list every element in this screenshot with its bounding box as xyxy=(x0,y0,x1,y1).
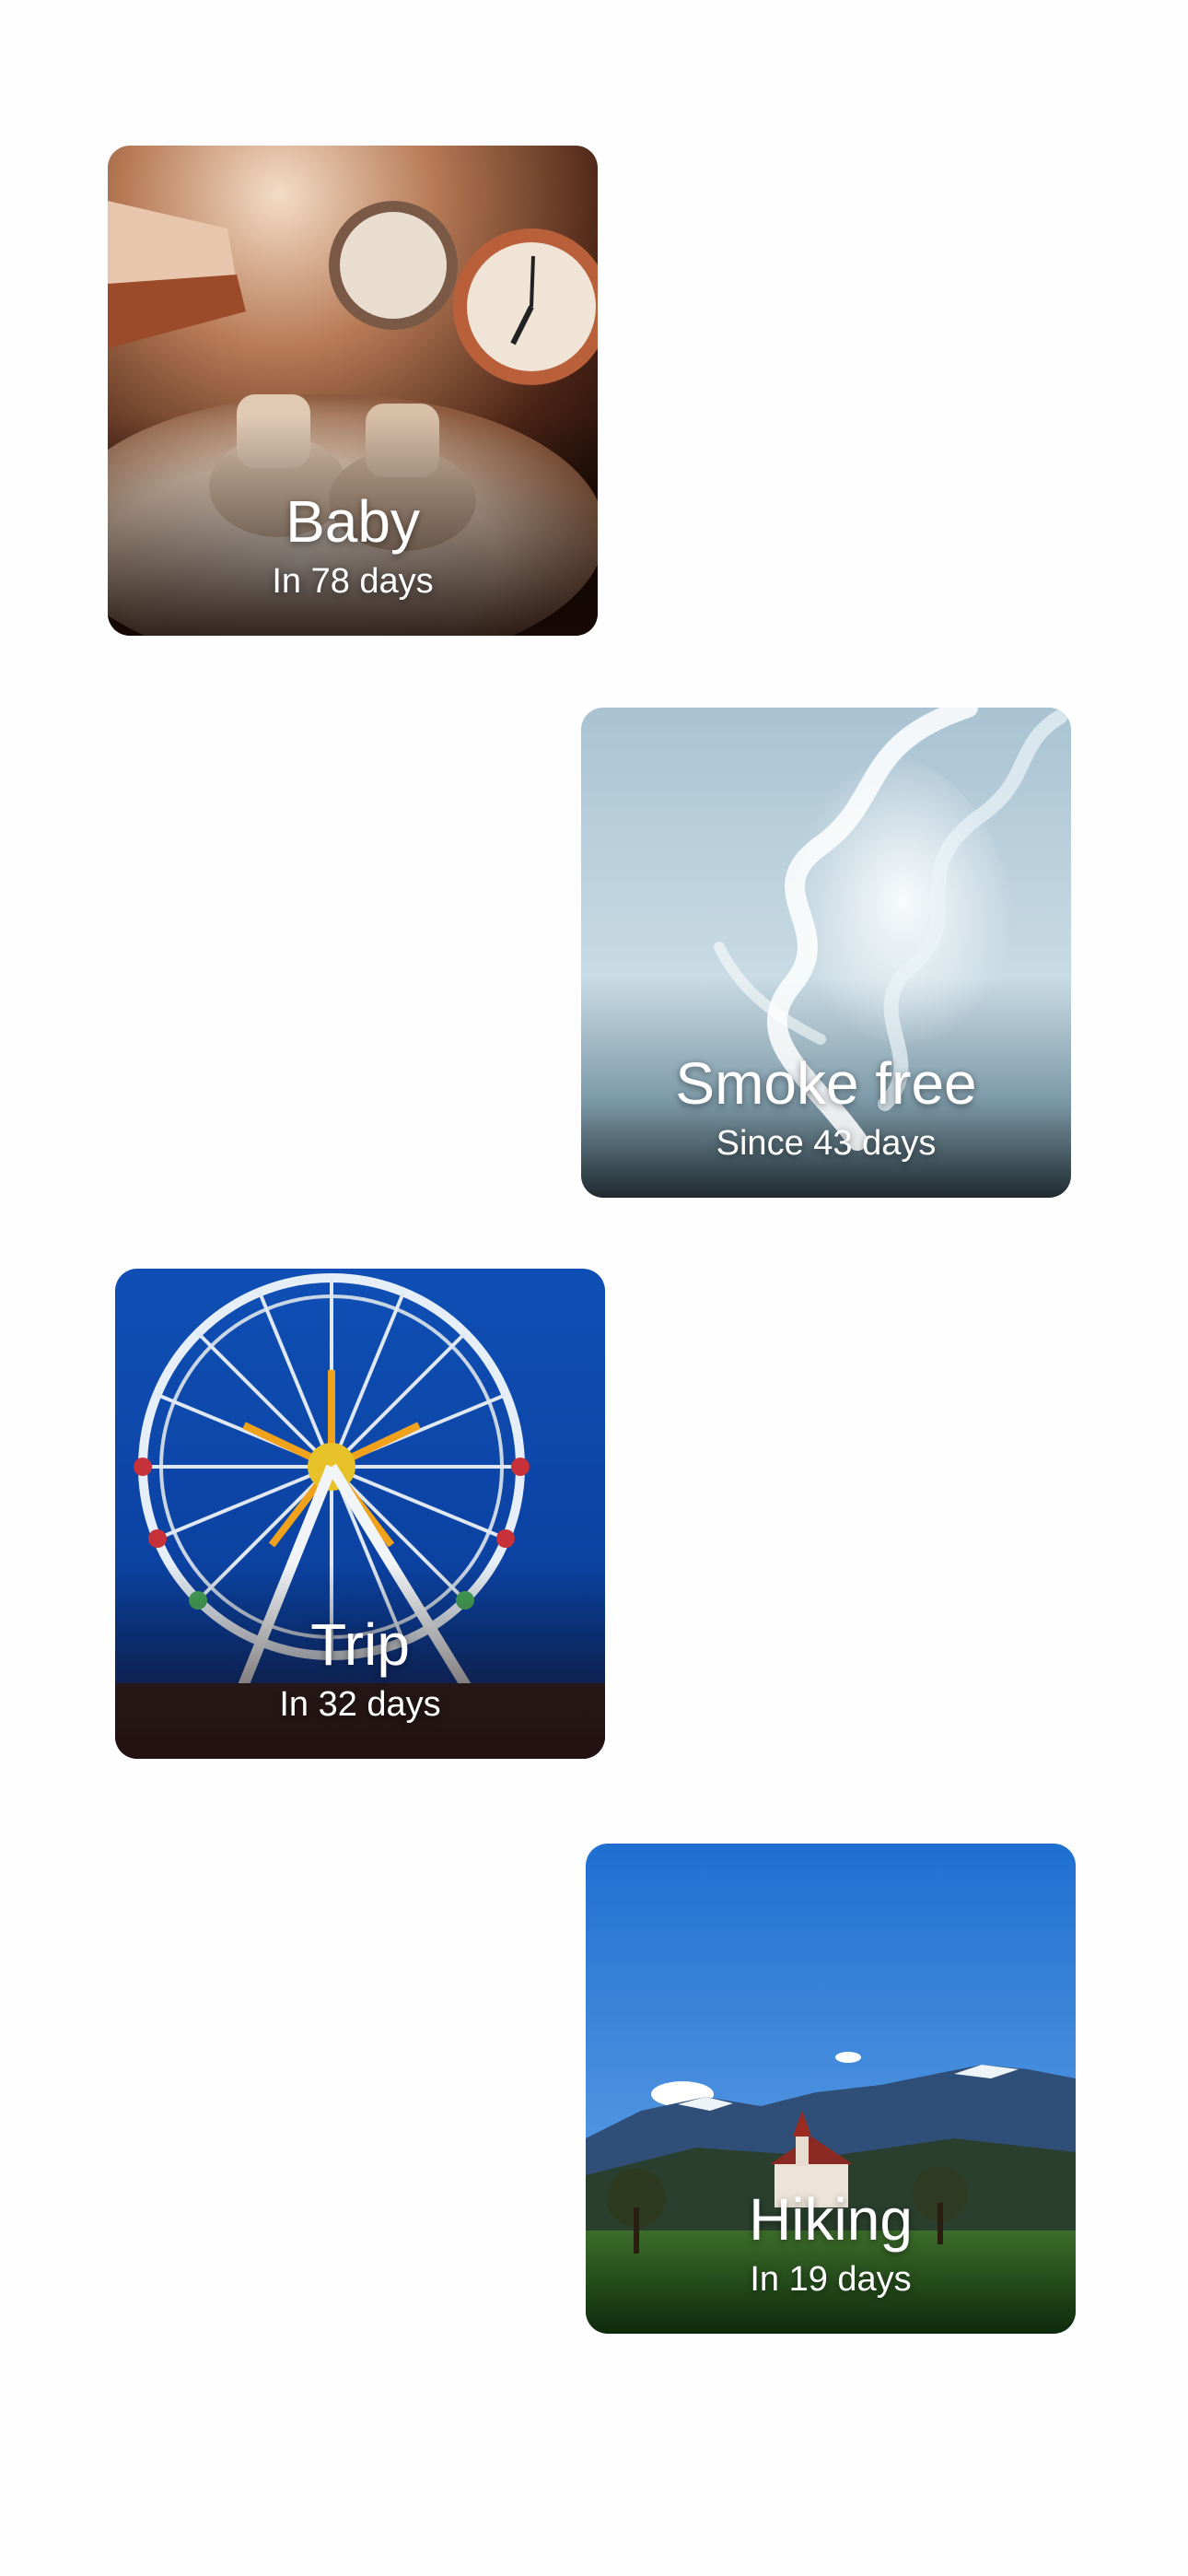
card-countdown: In 78 days xyxy=(272,562,434,601)
card-label: Hiking In 19 days xyxy=(586,2186,1076,2301)
card-title: Baby xyxy=(285,488,420,555)
countdown-card-baby[interactable]: Baby In 78 days xyxy=(108,146,598,636)
card-countdown: Since 43 days xyxy=(716,1124,937,1163)
countdown-card-hiking[interactable]: Hiking In 19 days xyxy=(586,1844,1076,2334)
card-title: Hiking xyxy=(749,2186,913,2253)
card-countdown: In 19 days xyxy=(750,2260,912,2299)
card-countdown: In 32 days xyxy=(279,1685,441,1724)
countdown-list: Baby In 78 days Smoke free Since 43 days… xyxy=(0,0,1188,2576)
countdown-card-trip[interactable]: Trip In 32 days xyxy=(115,1269,605,1759)
card-title: Trip xyxy=(310,1611,410,1678)
card-label: Smoke free Since 43 days xyxy=(581,1050,1071,1165)
card-label: Trip In 32 days xyxy=(115,1611,605,1726)
card-title: Smoke free xyxy=(675,1050,977,1117)
countdown-card-smoke-free[interactable]: Smoke free Since 43 days xyxy=(581,708,1071,1198)
card-label: Baby In 78 days xyxy=(108,488,598,603)
